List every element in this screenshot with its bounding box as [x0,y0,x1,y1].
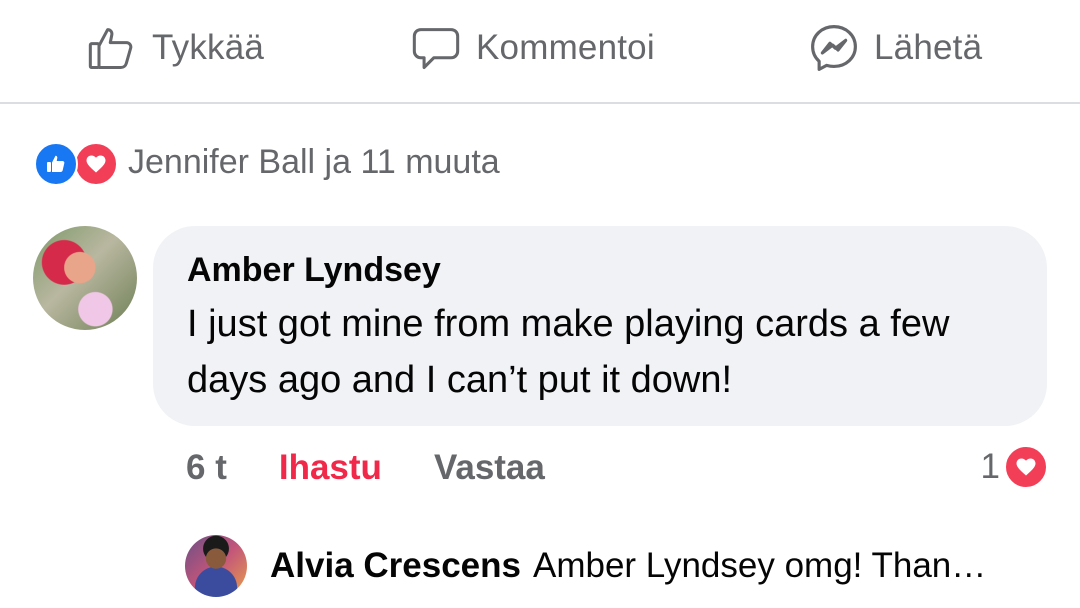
reply-button[interactable]: Vastaa [434,448,545,488]
comment-label: Kommentoi [476,28,655,67]
love-reaction-button[interactable]: Ihastu [279,448,382,488]
comment-reaction-count[interactable]: 1 [981,444,1048,490]
avatar[interactable] [33,226,137,330]
like-label: Tykkää [152,28,265,67]
love-reaction-icon [74,142,118,186]
post-action-bar: Tykkää Kommentoi Lähetä [0,0,1080,104]
comment-bubble: Amber Lyndsey I just got mine from make … [153,226,1047,426]
speech-bubble-icon [408,20,464,76]
comment-text: I just got mine from make playing cards … [187,303,950,401]
reaction-icons [34,140,120,186]
send-button[interactable]: Lähetä [806,18,982,78]
reply-preview[interactable]: Alvia Crescens Amber Lyndsey omg! Than… [270,542,986,590]
love-reaction-icon [1004,445,1048,489]
send-label: Lähetä [874,28,983,67]
reply-author: Alvia Crescens [270,546,521,585]
like-reaction-icon [34,142,78,186]
comment-meta: 6 t Ihastu Vastaa [186,446,545,490]
comment-author[interactable]: Amber Lyndsey [187,250,1013,290]
like-button[interactable]: Tykkää [84,18,264,78]
reply-text: Amber Lyndsey omg! Than… [532,546,987,585]
messenger-icon [806,20,862,76]
reactions-summary[interactable]: Jennifer Ball ja 11 muuta [34,138,500,186]
comment-button[interactable]: Kommentoi [408,18,655,78]
reactions-summary-text: Jennifer Ball ja 11 muuta [128,142,500,181]
comment-timestamp: 6 t [186,448,227,487]
reply-avatar[interactable] [185,535,247,597]
thumbs-up-outline-icon [84,20,140,76]
comment-reaction-number: 1 [980,447,1000,486]
